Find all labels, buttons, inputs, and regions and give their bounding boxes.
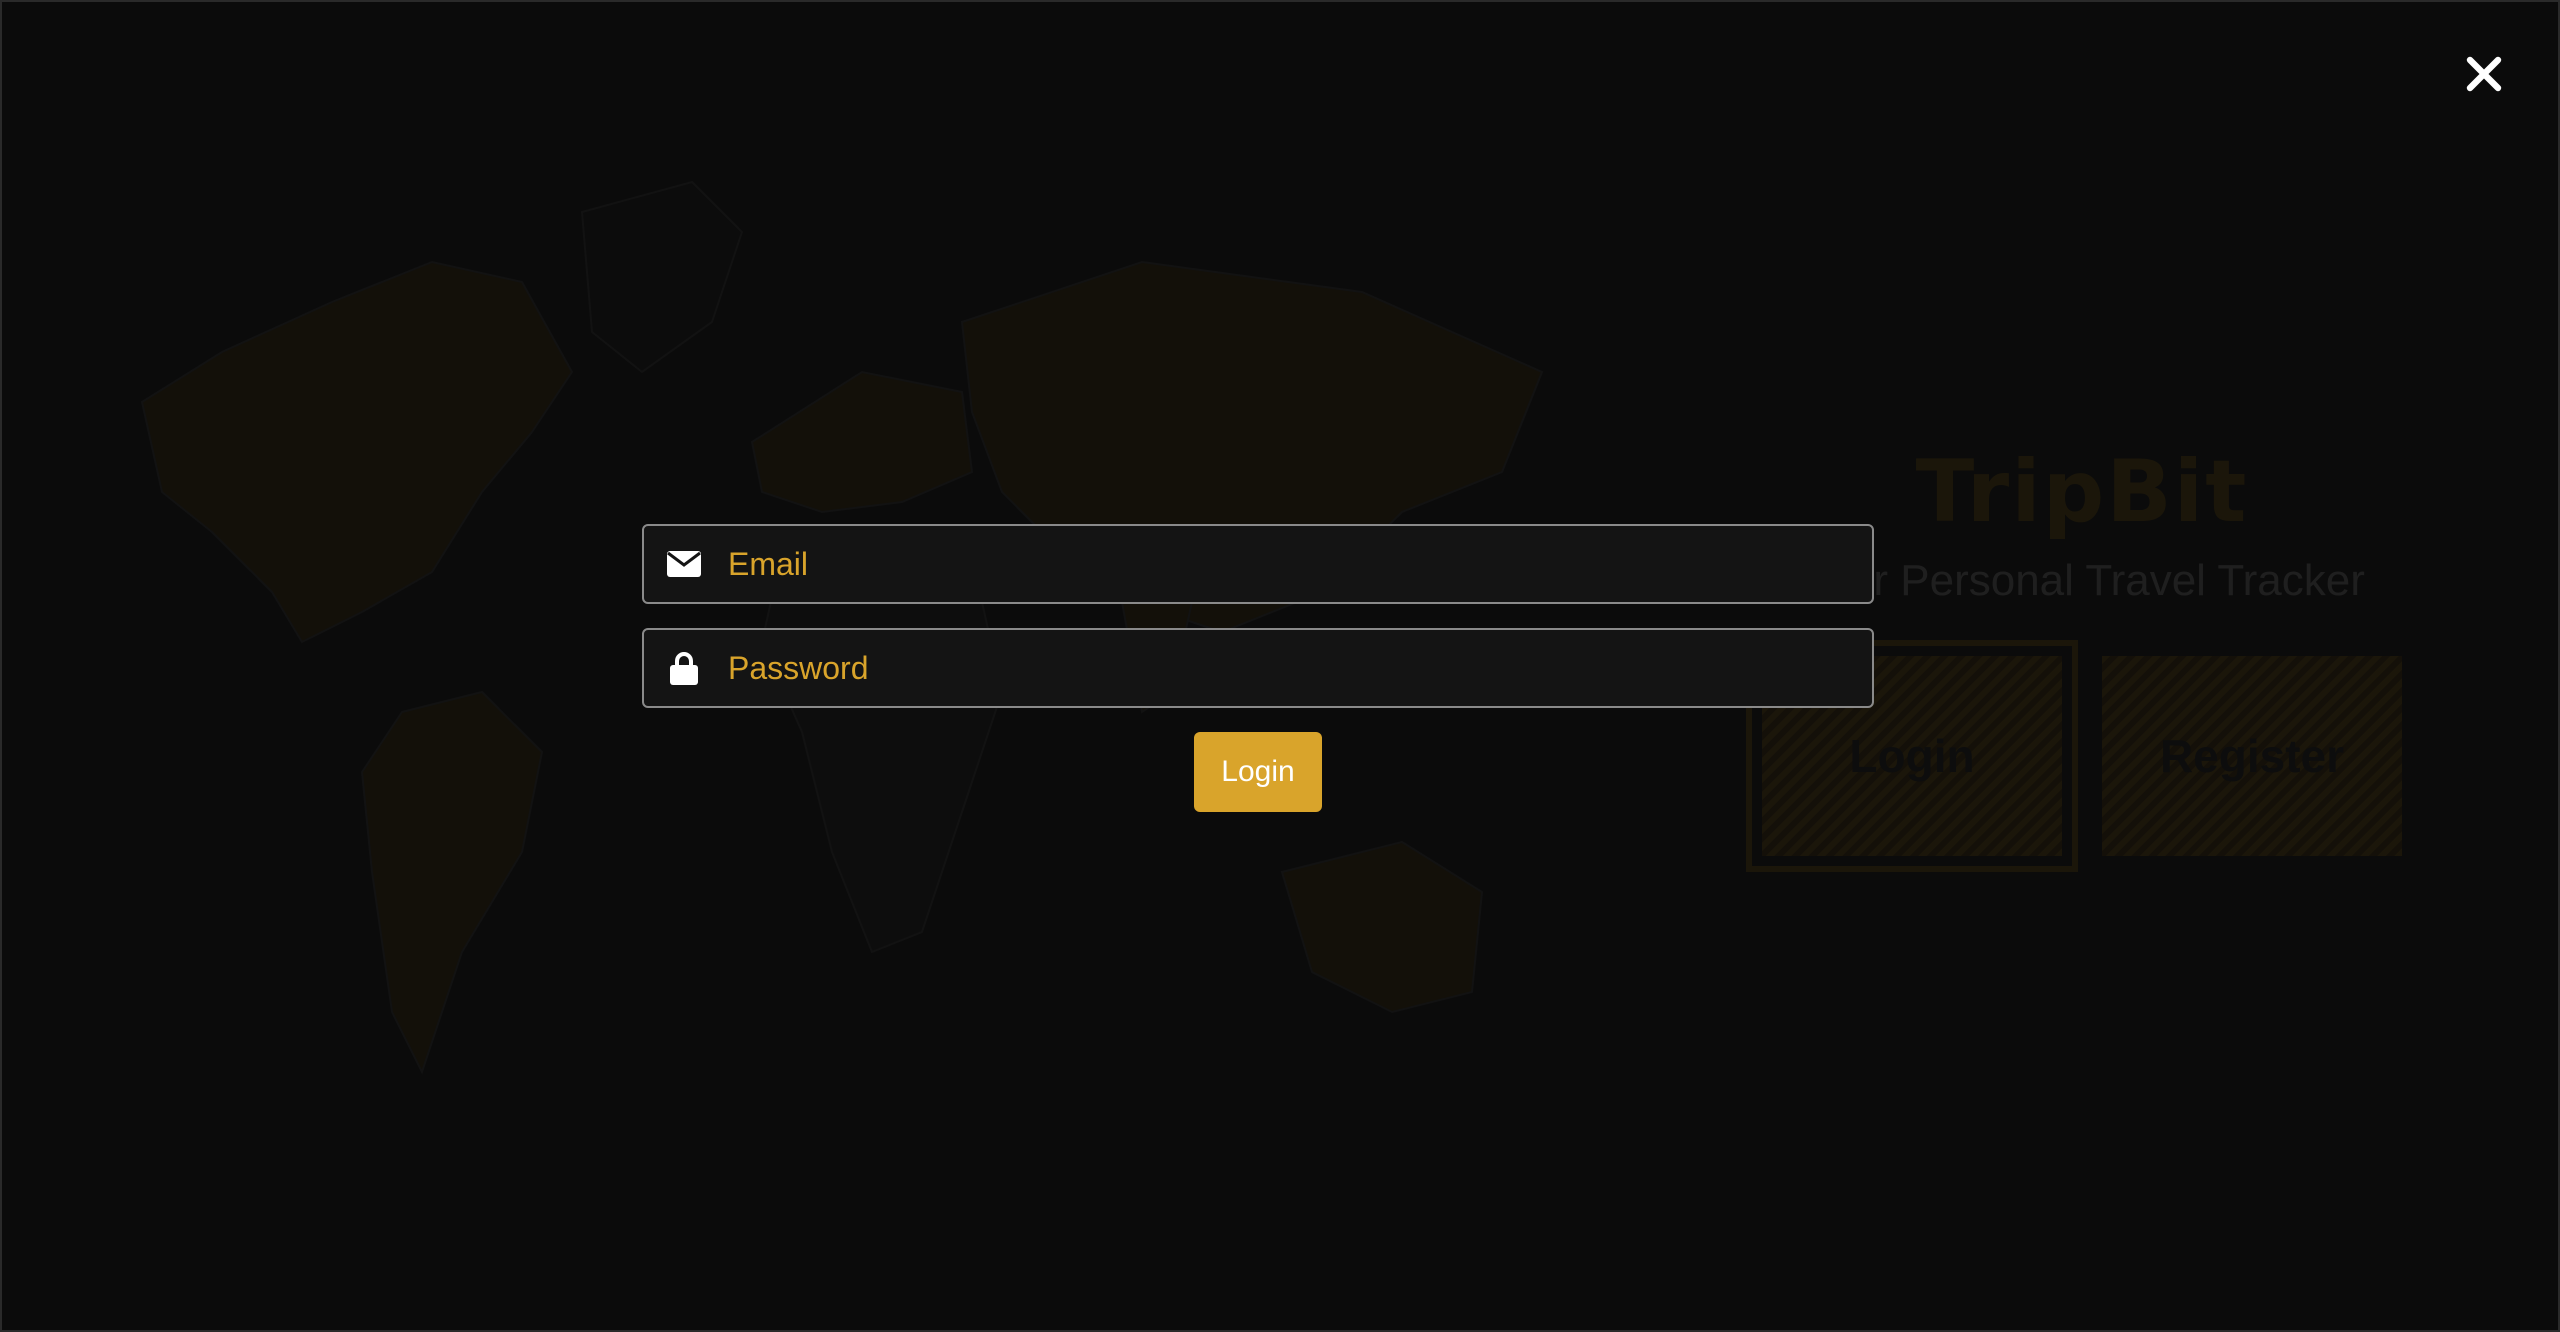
envelope-icon [666, 546, 702, 582]
lock-icon [666, 650, 702, 686]
app-window: TripBit Your Personal Travel Tracker Log… [0, 0, 2560, 1332]
email-input[interactable] [726, 525, 1872, 603]
login-button[interactable]: Login [1194, 732, 1322, 812]
email-field-wrapper [642, 524, 1874, 604]
close-button[interactable] [2460, 50, 2508, 98]
password-input[interactable] [726, 629, 1872, 707]
login-form: Login [642, 524, 1874, 812]
close-icon [2466, 56, 2502, 92]
password-field-wrapper [642, 628, 1874, 708]
